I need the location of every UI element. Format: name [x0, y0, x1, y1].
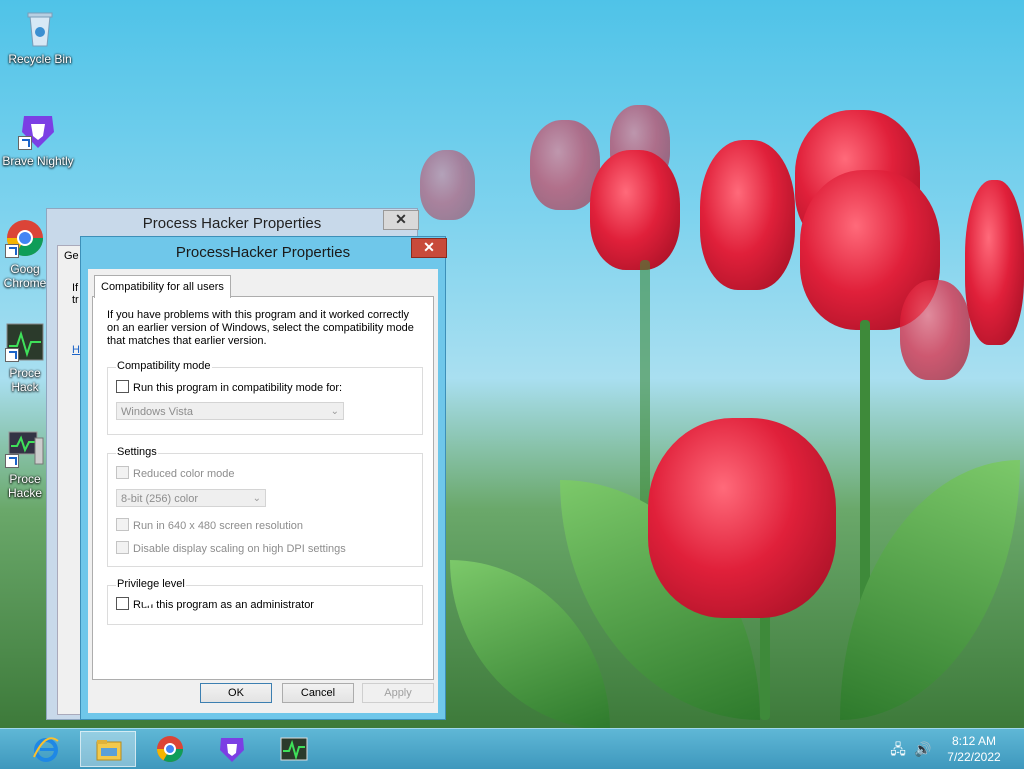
desktop-icon-process-hacker-2[interactable]: Proce Hacke — [0, 428, 50, 500]
brave-lion-icon — [18, 110, 58, 150]
activity-graph-icon — [280, 735, 308, 763]
privilege-level-group: Privilege level Run this program as an a… — [107, 578, 423, 625]
clock-time: 8:12 AM — [951, 734, 997, 748]
close-button[interactable]: ✕ — [411, 238, 447, 258]
compat-mode-checkbox-row[interactable]: Run this program in compatibility mode f… — [116, 380, 342, 394]
brave-lion-icon — [218, 735, 246, 763]
run-as-admin-checkbox[interactable] — [116, 597, 129, 610]
tab-page: If you have problems with this program a… — [92, 296, 434, 680]
taskbar-process-hacker[interactable] — [266, 731, 322, 767]
disable-dpi-row[interactable]: Disable display scaling on high DPI sett… — [116, 541, 346, 555]
process-hacker-computer-icon — [5, 428, 45, 468]
reduced-color-row[interactable]: Reduced color mode — [116, 466, 235, 480]
compatibility-mode-label: Compatibility mode — [116, 360, 212, 372]
process-hacker-label: Proce Hack — [9, 366, 41, 394]
partial-link[interactable]: H — [72, 344, 80, 356]
dialog-title: ProcessHacker Properties — [175, 244, 351, 261]
process-hacker-2-label: Proce Hacke — [7, 472, 42, 500]
taskbar-internet-explorer[interactable] — [18, 731, 74, 767]
compat-mode-select[interactable]: Windows Vista ⌄ — [116, 402, 344, 420]
taskbar-file-explorer[interactable] — [80, 731, 136, 767]
clock-date: 7/22/2022 — [947, 750, 1001, 764]
ie-icon — [32, 735, 60, 763]
privilege-level-label: Privilege level — [116, 578, 186, 590]
settings-label: Settings — [116, 446, 158, 458]
run-640-label: Run in 640 x 480 screen resolution — [133, 520, 303, 532]
chrome-icon — [156, 735, 184, 763]
chrome-icon — [5, 218, 45, 258]
desktop-icon-process-hacker[interactable]: Proce Hack — [0, 322, 50, 394]
disable-dpi-label: Disable display scaling on high DPI sett… — [133, 543, 346, 555]
desktop-icon-brave-nightly[interactable]: Brave Nightly — [0, 110, 76, 168]
disable-dpi-checkbox[interactable] — [116, 541, 129, 554]
tab-compatibility-all-users[interactable]: Compatibility for all users — [94, 275, 231, 298]
reduced-color-label: Reduced color mode — [133, 468, 235, 480]
window-title: Process Hacker Properties — [142, 215, 322, 232]
taskbar-brave-nightly[interactable] — [204, 731, 260, 767]
recycle-bin-label: Recycle Bin — [8, 52, 72, 66]
dialog-client: If you have problems with this program a… — [88, 269, 438, 713]
apply-button[interactable]: Apply — [362, 683, 434, 703]
close-button[interactable]: ✕ — [383, 210, 419, 230]
compat-mode-checkbox-label: Run this program in compatibility mode f… — [133, 382, 343, 394]
settings-group: Settings Reduced color mode 8-bit (256) … — [107, 446, 423, 567]
volume-icon[interactable]: 🔊 — [914, 741, 931, 757]
ok-button[interactable]: OK — [200, 683, 272, 703]
intro-text: If you have problems with this program a… — [107, 309, 414, 347]
run-as-admin-label: Run this program as an administrator — [133, 599, 314, 611]
desktop-icon-chrome[interactable]: Goog Chrome — [0, 218, 50, 290]
processhacker-properties-dialog[interactable]: ProcessHacker Properties ✕ If you have p… — [80, 236, 447, 720]
chrome-label: Goog Chrome — [3, 262, 47, 290]
reduced-color-checkbox[interactable] — [116, 466, 129, 479]
chevron-down-icon: ⌄ — [330, 406, 339, 417]
recycle-bin-icon — [20, 8, 60, 48]
chevron-down-icon: ⌄ — [252, 493, 261, 504]
cancel-button[interactable]: Cancel — [282, 683, 354, 703]
network-icon[interactable]: 🖧 — [890, 741, 906, 757]
process-hacker-icon — [5, 322, 45, 362]
taskbar: 🖧 🔊 8:12 AM 7/22/2022 — [0, 728, 1024, 769]
compat-mode-checkbox[interactable] — [116, 380, 129, 393]
tab-general-partial[interactable]: Ge — [64, 250, 79, 262]
partial-text-1: If — [72, 282, 79, 294]
brave-nightly-label: Brave Nightly — [2, 154, 74, 168]
partial-text-2: tr — [72, 294, 79, 306]
taskbar-chrome[interactable] — [142, 731, 198, 767]
run-640-row[interactable]: Run in 640 x 480 screen resolution — [116, 518, 303, 532]
desktop-icon-recycle-bin[interactable]: Recycle Bin — [2, 8, 78, 66]
run-640-checkbox[interactable] — [116, 518, 129, 531]
color-depth-select-value: 8-bit (256) color — [121, 493, 199, 505]
compatibility-mode-group: Compatibility mode Run this program in c… — [107, 360, 423, 435]
compat-mode-select-value: Windows Vista — [121, 406, 193, 418]
color-depth-select[interactable]: 8-bit (256) color ⌄ — [116, 489, 266, 507]
system-clock[interactable]: 8:12 AM 7/22/2022 — [932, 733, 1016, 765]
folder-icon — [95, 736, 123, 764]
